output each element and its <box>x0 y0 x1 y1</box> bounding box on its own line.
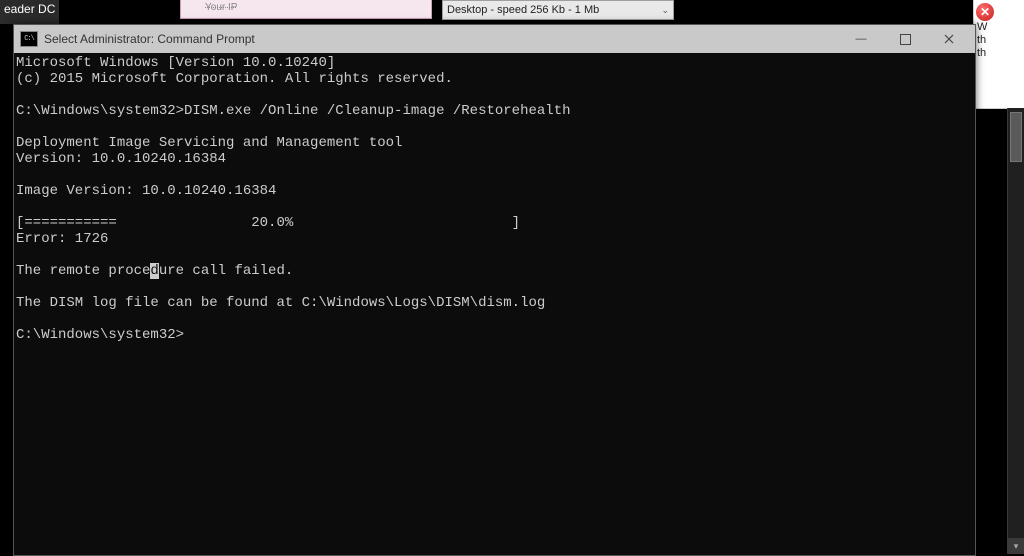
command-prompt-window: C:\ Select Administrator: Command Prompt… <box>13 24 976 556</box>
error-icon: ✕ <box>976 3 994 21</box>
chevron-down-icon: ⌄ <box>661 5 669 16</box>
close-icon <box>944 34 954 44</box>
speed-dropdown-value: Desktop - speed 256 Kb - 1 Mb <box>447 4 599 16</box>
minimize-button[interactable]: — <box>839 25 883 53</box>
window-titlebar[interactable]: C:\ Select Administrator: Command Prompt… <box>14 25 975 53</box>
text-cursor: d <box>150 263 158 279</box>
window-title: Select Administrator: Command Prompt <box>44 32 839 46</box>
notification-text-fragment: W th th <box>974 21 1024 60</box>
background-app-title-fragment: eader DC <box>0 0 59 24</box>
console-output[interactable]: Microsoft Windows [Version 10.0.10240] (… <box>14 53 975 555</box>
background-field-label: Your IP <box>205 2 237 13</box>
close-button[interactable] <box>927 25 971 53</box>
scrollbar-thumb[interactable] <box>1010 112 1022 162</box>
speed-dropdown[interactable]: Desktop - speed 256 Kb - 1 Mb ⌄ <box>442 0 674 20</box>
maximize-button[interactable] <box>883 25 927 53</box>
cmd-icon: C:\ <box>20 31 38 47</box>
scroll-down-button[interactable]: ▾ <box>1008 538 1024 554</box>
page-scrollbar[interactable]: ▾ <box>1007 108 1024 554</box>
maximize-icon <box>900 34 911 45</box>
scrollbar-track[interactable] <box>1008 108 1024 538</box>
notification-popup-fragment: ✕ W th th <box>973 0 1024 109</box>
